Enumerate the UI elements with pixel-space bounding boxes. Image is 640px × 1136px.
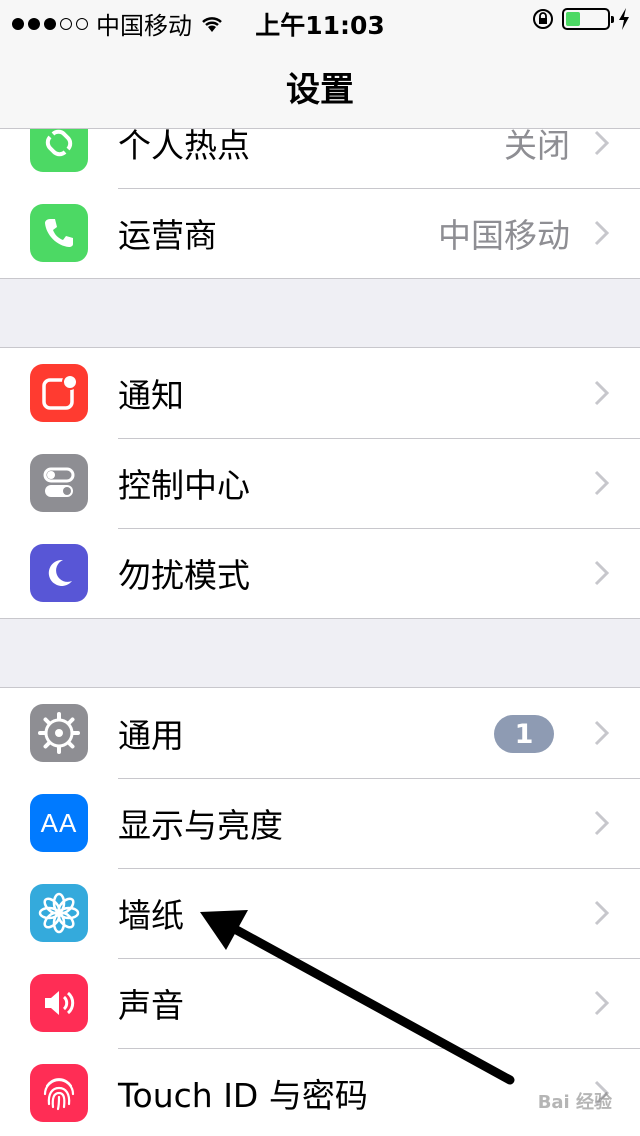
- annotation-arrow: [200, 910, 515, 1085]
- settings-screen: 个人热点 关闭 运营商 中国移动 通知 控制中心 勿扰模式 通用 1 AA 显示…: [0, 0, 640, 1136]
- watermark: Bai 经验: [537, 1092, 612, 1113]
